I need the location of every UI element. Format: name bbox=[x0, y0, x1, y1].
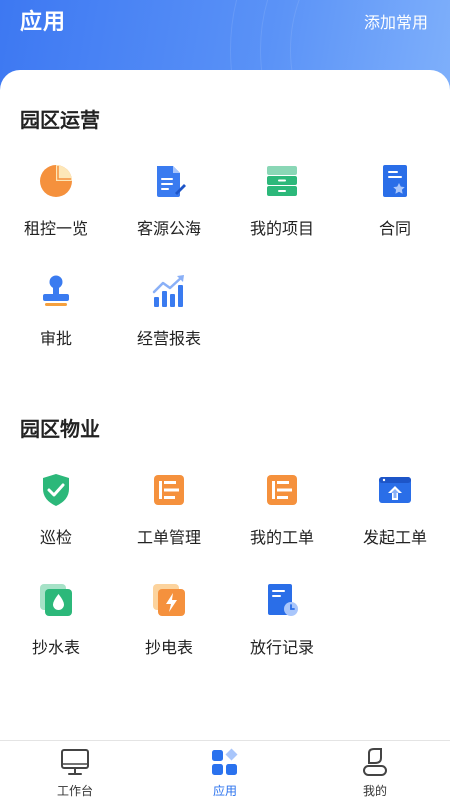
bar-chart-trend-icon bbox=[152, 275, 184, 307]
release-record-icon bbox=[268, 584, 298, 616]
section-title-property: 园区物业 bbox=[20, 417, 100, 441]
app-item-label: 我的项目 bbox=[249, 219, 314, 238]
monitor-icon bbox=[61, 749, 89, 775]
app-item-label: 租控一览 bbox=[23, 219, 88, 238]
stamp-icon bbox=[43, 275, 69, 306]
app-item-customer-pool[interactable]: 客源公海 bbox=[113, 163, 225, 263]
app-item-release-record[interactable]: 放行记录 bbox=[226, 582, 338, 682]
water-meter-icon bbox=[40, 584, 72, 616]
apps-icon bbox=[212, 748, 238, 775]
tab-mine[interactable]: 我的 bbox=[300, 741, 450, 800]
work-order-icon bbox=[154, 475, 184, 505]
tab-label: 工作台 bbox=[56, 784, 93, 798]
app-item-label: 抄水表 bbox=[31, 638, 80, 657]
app-item-work-order-manage[interactable]: 工单管理 bbox=[113, 472, 225, 572]
app-item-label: 巡检 bbox=[39, 528, 72, 547]
app-item-business-report[interactable]: 经营报表 bbox=[113, 273, 225, 373]
app-item-contract[interactable]: 合同 bbox=[339, 163, 450, 263]
add-favorites-button[interactable]: 添加常用 bbox=[364, 9, 428, 33]
tab-label: 我的 bbox=[362, 784, 387, 798]
tab-label: 应用 bbox=[212, 784, 237, 798]
app-item-my-work-orders[interactable]: 我的工单 bbox=[226, 472, 338, 572]
app-item-label: 抄电表 bbox=[144, 638, 193, 657]
electric-meter-icon bbox=[153, 584, 185, 616]
app-item-patrol[interactable]: 巡检 bbox=[0, 472, 112, 572]
app-item-my-projects[interactable]: 我的项目 bbox=[226, 163, 338, 263]
section-title-operations: 园区运营 bbox=[20, 108, 100, 132]
my-work-order-icon bbox=[267, 475, 297, 505]
tab-apps[interactable]: 应用 bbox=[150, 741, 300, 800]
app-item-label: 合同 bbox=[378, 219, 411, 238]
app-item-label: 工单管理 bbox=[136, 528, 201, 547]
app-item-label: 客源公海 bbox=[136, 219, 201, 238]
tab-workbench[interactable]: 工作台 bbox=[0, 741, 150, 800]
app-item-create-work-order[interactable]: 发起工单 bbox=[339, 472, 450, 572]
shield-check-icon bbox=[43, 474, 69, 506]
user-icon bbox=[363, 748, 387, 776]
bottom-tab-bar: 工作台 应用 我的 bbox=[0, 740, 450, 800]
app-item-label: 审批 bbox=[39, 329, 72, 348]
content-panel: 园区运营 租控一览 客源公海 我的项目 合同 审批 经营报表 园区物业 巡检 工… bbox=[0, 70, 450, 740]
page-title: 应用 bbox=[20, 10, 67, 35]
app-item-electric-meter[interactable]: 抄电表 bbox=[113, 582, 225, 682]
app-item-approval[interactable]: 审批 bbox=[0, 273, 112, 373]
app-item-water-meter[interactable]: 抄水表 bbox=[0, 582, 112, 682]
create-work-order-icon bbox=[379, 477, 411, 503]
drawer-icon bbox=[267, 166, 297, 196]
app-item-label: 发起工单 bbox=[362, 528, 427, 547]
pie-chart-icon bbox=[40, 165, 72, 197]
app-item-label: 经营报表 bbox=[136, 329, 201, 348]
app-item-label: 放行记录 bbox=[249, 638, 314, 657]
app-item-rent-control[interactable]: 租控一览 bbox=[0, 163, 112, 263]
contract-star-icon bbox=[383, 165, 407, 197]
app-item-label: 我的工单 bbox=[249, 528, 314, 547]
document-edit-icon bbox=[157, 166, 186, 197]
